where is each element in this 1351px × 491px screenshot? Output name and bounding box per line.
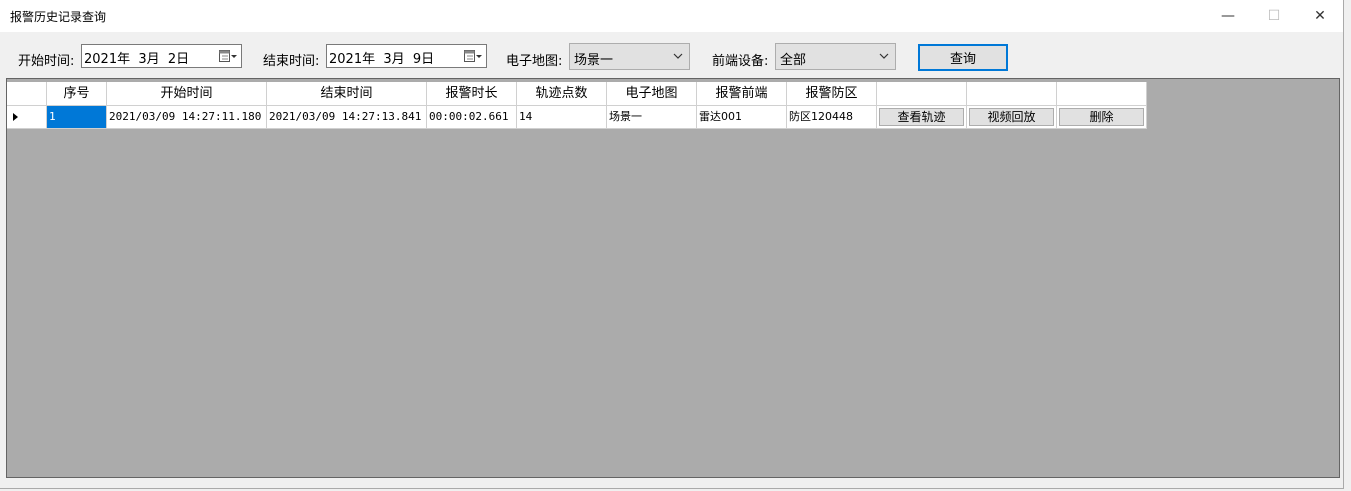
cell-duration[interactable]: 00:00:02.661 — [427, 106, 517, 129]
calendar-dropdown-icon[interactable] — [464, 50, 482, 63]
cell-track-action: 查看轨迹 — [877, 106, 967, 129]
row-header[interactable] — [7, 106, 47, 129]
start-date-picker[interactable]: 2021年 3月 2日 — [81, 44, 242, 68]
end-date-value: 2021年 3月 9日 — [329, 52, 435, 67]
view-track-button[interactable]: 查看轨迹 — [879, 108, 964, 126]
grid-header: 序号 开始时间 结束时间 报警时长 轨迹点数 电子地图 报警前端 报警防区 — [7, 82, 1147, 106]
cell-index[interactable]: 1 — [47, 106, 107, 129]
chevron-down-icon — [673, 53, 683, 59]
end-date-picker[interactable]: 2021年 3月 9日 — [326, 44, 487, 68]
close-button[interactable]: ✕ — [1297, 0, 1343, 32]
column-header-video-action — [967, 82, 1057, 106]
cell-start-time[interactable]: 2021/03/09 14:27:11.180 — [107, 106, 267, 129]
minimize-button[interactable]: — — [1205, 0, 1251, 32]
start-time-label: 开始时间: — [18, 54, 75, 69]
cell-delete-action: 删除 — [1057, 106, 1147, 129]
map-label: 电子地图: — [506, 54, 563, 69]
minimize-icon: — — [1221, 8, 1235, 24]
column-header-track-points[interactable]: 轨迹点数 — [517, 82, 607, 106]
title-bar: 报警历史记录查询 — ☐ ✕ — [0, 0, 1343, 32]
map-select-value: 场景一 — [574, 53, 614, 68]
maximize-button[interactable]: ☐ — [1251, 0, 1297, 32]
column-header-index[interactable]: 序号 — [47, 82, 107, 106]
cell-end-time[interactable]: 2021/03/09 14:27:13.841 — [267, 106, 427, 129]
column-header-track-action — [877, 82, 967, 106]
window-title: 报警历史记录查询 — [10, 10, 107, 24]
maximize-icon: ☐ — [1267, 8, 1281, 24]
cell-device[interactable]: 雷达001 — [697, 106, 787, 129]
column-header-start-time[interactable]: 开始时间 — [107, 82, 267, 106]
cell-map[interactable]: 场景一 — [607, 106, 697, 129]
calendar-dropdown-icon[interactable] — [219, 50, 237, 63]
start-date-value: 2021年 3月 2日 — [84, 52, 190, 67]
row-header-corner — [7, 82, 47, 106]
device-label: 前端设备: — [712, 54, 769, 69]
cell-zone[interactable]: 防区120448 — [787, 106, 877, 129]
column-header-end-time[interactable]: 结束时间 — [267, 82, 427, 106]
current-row-arrow-icon — [13, 113, 18, 121]
cell-video-action: 视频回放 — [967, 106, 1057, 129]
column-header-delete-action — [1057, 82, 1147, 106]
column-header-zone[interactable]: 报警防区 — [787, 82, 877, 106]
video-playback-button[interactable]: 视频回放 — [969, 108, 1054, 126]
device-select-value: 全部 — [780, 53, 807, 68]
query-button[interactable]: 查询 — [918, 44, 1008, 71]
column-header-device[interactable]: 报警前端 — [697, 82, 787, 106]
chevron-down-icon — [879, 53, 889, 59]
cell-track-points[interactable]: 14 — [517, 106, 607, 129]
table-row[interactable]: 1 2021/03/09 14:27:11.180 2021/03/09 14:… — [7, 106, 1147, 129]
column-header-map[interactable]: 电子地图 — [607, 82, 697, 106]
alarm-history-window: 报警历史记录查询 — ☐ ✕ 开始时间: 2021年 3月 2日 结束时间: 2… — [0, 0, 1344, 489]
device-select[interactable]: 全部 — [775, 43, 896, 70]
delete-button[interactable]: 删除 — [1059, 108, 1144, 126]
alarm-records-grid[interactable]: 序号 开始时间 结束时间 报警时长 轨迹点数 电子地图 报警前端 报警防区 1 … — [6, 78, 1340, 478]
map-select[interactable]: 场景一 — [569, 43, 690, 70]
end-time-label: 结束时间: — [263, 54, 320, 69]
column-header-duration[interactable]: 报警时长 — [427, 82, 517, 106]
close-icon: ✕ — [1314, 8, 1326, 24]
